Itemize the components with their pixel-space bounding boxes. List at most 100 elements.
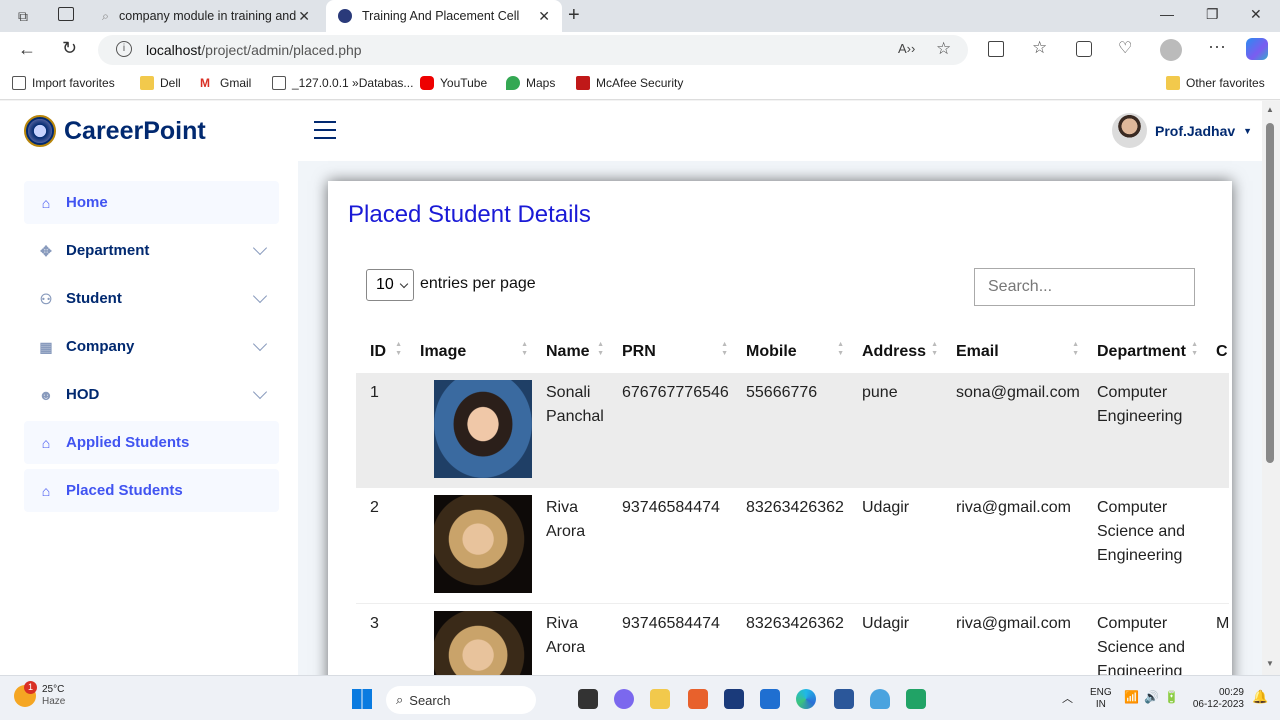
new-tab-icon[interactable]: +: [568, 4, 580, 27]
fav-label: Dell: [160, 76, 181, 90]
info-icon[interactable]: i: [116, 41, 132, 57]
page-scrollbar[interactable]: ▲ ▼: [1262, 101, 1280, 675]
split-screen-icon[interactable]: [988, 41, 1004, 57]
close-tab-icon[interactable]: ✕: [298, 8, 310, 25]
battery-icon[interactable]: 🔋: [1164, 690, 1179, 704]
workspaces-icon[interactable]: ⧉: [18, 8, 28, 25]
word-icon[interactable]: [834, 689, 854, 709]
sidebar-item-company[interactable]: ▦ Company: [24, 325, 279, 368]
chevron-up-icon[interactable]: ︿: [1062, 690, 1073, 706]
sidebar-item-hod[interactable]: ☻ HOD: [24, 373, 279, 416]
tab-company-module[interactable]: ⌕ company module in training and ✕: [88, 0, 322, 32]
fav-other[interactable]: Other favorites: [1166, 76, 1265, 90]
start-icon[interactable]: [352, 689, 372, 709]
maximize-icon[interactable]: ❐: [1206, 6, 1219, 23]
tab-label: Training And Placement Cell: [362, 9, 520, 23]
app-icon[interactable]: [906, 689, 926, 709]
chat-icon[interactable]: [614, 689, 634, 709]
menu-toggle-icon[interactable]: [314, 121, 336, 139]
student-photo: [434, 495, 532, 593]
sidebar-item-applied-students[interactable]: ⌂ Applied Students: [24, 421, 279, 464]
fav-dell[interactable]: Dell: [140, 76, 181, 90]
chevron-down-icon: [252, 240, 268, 256]
profile-dropdown[interactable]: Prof.Jadhav ▼: [1112, 113, 1252, 148]
column-header-address[interactable]: Address ▲ ▼: [848, 331, 942, 373]
chevron-down-icon: [252, 288, 268, 304]
site-favicon-icon: [338, 9, 352, 23]
weather-widget[interactable]: 1 25°C Haze: [14, 681, 65, 708]
column-header-image[interactable]: Image ▲ ▼: [406, 331, 532, 373]
favorite-star-icon[interactable]: ☆: [936, 39, 951, 59]
sort-icon: ▲ ▼: [1191, 341, 1198, 357]
performance-icon[interactable]: ♡: [1118, 38, 1132, 58]
tab-training-placement[interactable]: Training And Placement Cell ✕: [326, 0, 562, 32]
copilot-icon[interactable]: [1246, 38, 1268, 60]
dell-icon[interactable]: [724, 689, 744, 709]
favorites-icon[interactable]: ☆: [1032, 38, 1047, 58]
back-icon[interactable]: ←: [18, 39, 36, 60]
sidebar-item-label: Company: [66, 338, 135, 355]
cell-id: 2: [356, 488, 406, 604]
cell-extra: [1202, 373, 1230, 488]
column-header-name[interactable]: Name ▲ ▼: [532, 331, 608, 373]
table-header-row: ID ▲ ▼ Image ▲ ▼ Name ▲ ▼ PRN ▲ ▼ Mobile ▲ ▼ Addre…: [356, 331, 1229, 373]
avatar: [1112, 113, 1147, 148]
logo-icon: [24, 115, 56, 147]
office-icon[interactable]: [688, 689, 708, 709]
language-indicator[interactable]: ENG IN: [1090, 687, 1112, 711]
more-options-icon[interactable]: ···: [1208, 36, 1226, 57]
store-icon[interactable]: [760, 689, 780, 709]
volume-icon[interactable]: 🔊: [1144, 690, 1159, 704]
refresh-icon[interactable]: ↻: [62, 38, 77, 59]
sidebar-item-placed-students[interactable]: ⌂ Placed Students: [24, 469, 279, 512]
minimize-icon[interactable]: —: [1160, 6, 1174, 22]
column-header-truncated[interactable]: C: [1202, 331, 1229, 373]
column-header-id[interactable]: ID ▲ ▼: [356, 331, 406, 373]
onedrive-icon[interactable]: [870, 689, 890, 709]
column-header-department[interactable]: Department ▲ ▼: [1083, 331, 1202, 373]
edge-icon[interactable]: [796, 689, 816, 709]
cell-prn: 93746584474: [622, 614, 720, 632]
browser-tab-bar: ⧉ ⌕ company module in training and ✕ Tra…: [0, 0, 1280, 32]
fav-mcafee[interactable]: McAfee Security: [576, 76, 683, 90]
profile-avatar-icon[interactable]: [1160, 39, 1182, 61]
site-header: CareerPoint Prof.Jadhav ▼: [0, 101, 1262, 161]
fav-maps[interactable]: Maps: [506, 76, 555, 90]
file-explorer-icon[interactable]: [650, 689, 670, 709]
fav-import[interactable]: Import favorites: [12, 76, 115, 90]
youtube-icon: [420, 76, 434, 90]
notification-bell-icon[interactable]: 🔔: [1252, 689, 1268, 705]
close-tab-icon[interactable]: ✕: [538, 8, 550, 25]
tab-actions-icon[interactable]: [58, 7, 74, 21]
entries-per-page-select[interactable]: 10: [366, 269, 414, 301]
search-input[interactable]: Search...: [974, 268, 1195, 306]
window-close-icon[interactable]: ✕: [1250, 6, 1262, 23]
layout-icon: ▦: [39, 338, 53, 355]
brand[interactable]: CareerPoint: [24, 115, 206, 147]
maps-icon: [506, 76, 520, 90]
wifi-icon[interactable]: 📶: [1124, 690, 1139, 704]
clock[interactable]: 00:29 06-12-2023: [1188, 687, 1244, 711]
fav-gmail[interactable]: M Gmail: [200, 76, 251, 90]
sidebar-item-label: Home: [66, 194, 108, 211]
cell-mobile: 83263426362: [732, 488, 848, 604]
sidebar-item-student[interactable]: ⚇ Student: [24, 277, 279, 320]
column-header-email[interactable]: Email ▲ ▼: [942, 331, 1083, 373]
taskbar-search[interactable]: ⌕ Search: [386, 686, 536, 714]
sidebar-item-home[interactable]: ⌂ Home: [24, 181, 279, 224]
weather-temp: 25°C: [42, 684, 65, 695]
sidebar-item-department[interactable]: ✥ Department: [24, 229, 279, 272]
url-input[interactable]: i localhost/project/admin/placed.php A››…: [98, 35, 968, 65]
scrollbar-thumb[interactable]: [1266, 123, 1274, 463]
fav-database[interactable]: _127.0.0.1 »Databas...: [272, 76, 413, 90]
read-aloud-icon[interactable]: A››: [898, 41, 915, 56]
person-icon: ☻: [38, 386, 54, 403]
task-view-icon[interactable]: [578, 689, 598, 709]
collections-icon[interactable]: [1076, 41, 1092, 57]
scroll-up-icon[interactable]: ▲: [1266, 105, 1274, 114]
column-header-prn[interactable]: PRN ▲ ▼: [608, 331, 732, 373]
scroll-down-icon[interactable]: ▼: [1266, 659, 1274, 668]
column-header-mobile[interactable]: Mobile ▲ ▼: [732, 331, 848, 373]
fav-youtube[interactable]: YouTube: [420, 76, 487, 90]
cell-extra: M: [1216, 614, 1230, 632]
